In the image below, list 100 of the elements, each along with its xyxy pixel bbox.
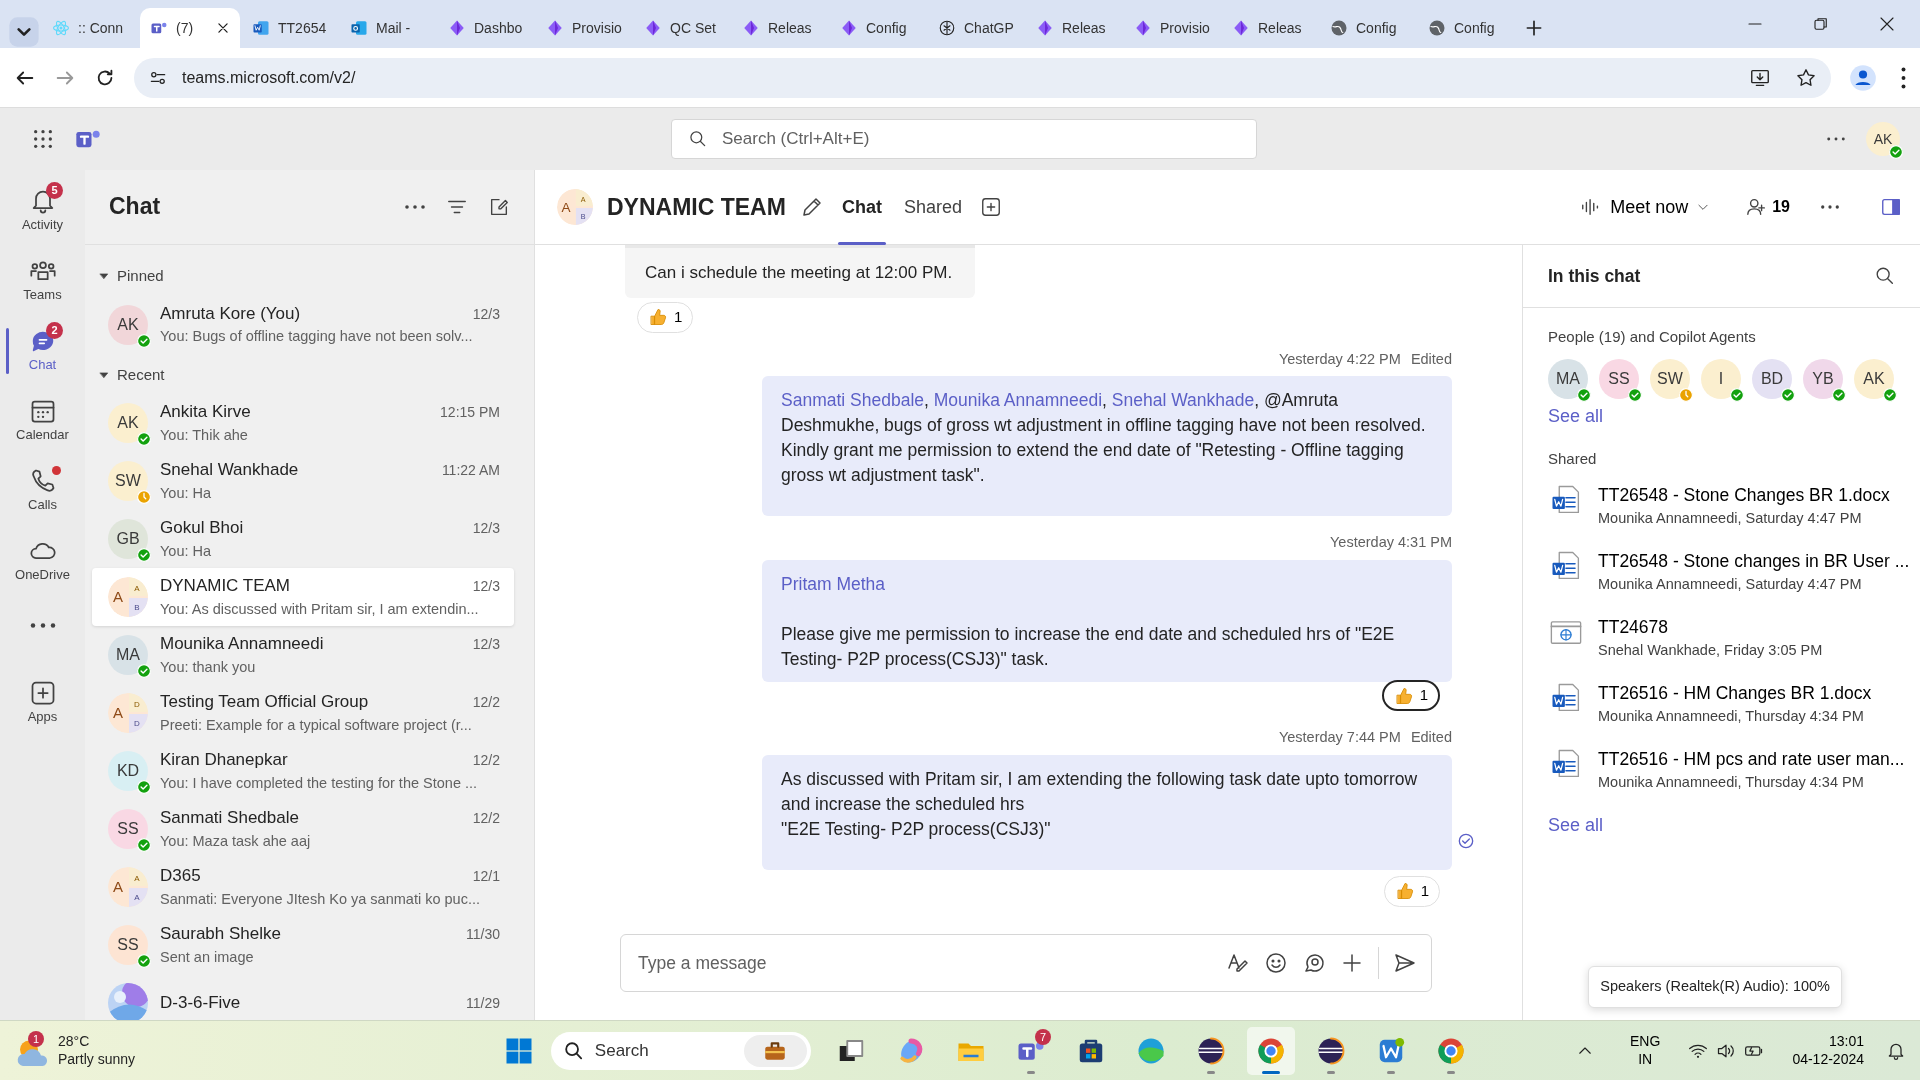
browser-tab[interactable]: (7) xyxy=(140,8,240,48)
browser-tab[interactable]: Config xyxy=(830,8,926,48)
more-icon[interactable] xyxy=(1820,205,1840,209)
more-icon[interactable] xyxy=(1826,137,1846,141)
chat-item[interactable]: AK Ankita Kirve 12:15 PM You: Thik ahe xyxy=(92,394,514,452)
chat-item[interactable]: A A A D365 12/1 Sanmati: Everyone JItesh Ko ya sanmati ko puc... xyxy=(92,858,514,916)
chat-item[interactable]: SS Saurabh Shelke 11/30 Sent an image xyxy=(92,916,514,974)
file-name: TT26516 - HM Changes BR 1.docx xyxy=(1598,682,1872,705)
shared-file[interactable]: TT26516 - HM pcs and rate user man... Mounika Annamneedi, Thursday 4:34 PM xyxy=(1523,746,1920,812)
chat-item[interactable]: AK Amruta Kore (You) 12/3 You: Bugs of offline tagging have not been solv... xyxy=(92,295,514,354)
browser-tab[interactable]: Config xyxy=(1320,8,1416,48)
section-header[interactable]: Recent xyxy=(85,353,179,394)
close-icon[interactable] xyxy=(216,21,230,35)
app-launcher-icon[interactable] xyxy=(32,128,54,150)
browser-tab[interactable]: QC Set xyxy=(634,8,730,48)
browser-tab[interactable]: Releas xyxy=(1026,8,1122,48)
format-icon[interactable] xyxy=(1226,951,1250,975)
chat-name: Snehal Wankhade xyxy=(160,459,299,482)
rail-item[interactable]: Apps xyxy=(0,668,85,738)
rail-item[interactable]: Activity 5 xyxy=(0,176,85,246)
message-bubble: Can i schedule the meeting at 12:00 PM. xyxy=(625,245,975,298)
panel-title: In this chat xyxy=(1548,264,1641,288)
chat-preview: You: thank you xyxy=(160,657,257,677)
clock[interactable]: 13:01 04-12-2024 xyxy=(1786,1032,1870,1069)
chat-item[interactable]: A A B DYNAMIC TEAM 12/3 You: As discussed with Pritam sir, I am extendin... xyxy=(92,568,514,626)
browser-tab[interactable]: Provisio xyxy=(1124,8,1220,48)
compose-icon[interactable] xyxy=(488,196,510,218)
restore-icon[interactable] xyxy=(1812,15,1830,33)
search-field[interactable]: Search (Ctrl+Alt+E) xyxy=(671,119,1257,159)
browser-tab[interactable]: Releas xyxy=(732,8,828,48)
chat-time: 11/29 xyxy=(466,994,500,1014)
browser-tab[interactable]: :: Conn xyxy=(42,8,138,48)
avatar[interactable]: BD xyxy=(1752,358,1792,399)
avatar[interactable]: MA xyxy=(1548,358,1588,399)
avatar[interactable]: I xyxy=(1701,358,1741,399)
see-all-link[interactable]: See all xyxy=(1523,812,1629,839)
see-all-link[interactable]: See all xyxy=(1523,402,1629,430)
taskbar-search[interactable]: Search xyxy=(551,1031,812,1070)
search-icon[interactable] xyxy=(1874,265,1896,287)
shared-file[interactable]: TT24678 Snehal Wankhade, Friday 3:05 PM xyxy=(1523,614,1920,680)
add-tab-icon[interactable] xyxy=(979,196,1002,218)
user-avatar[interactable]: AK xyxy=(1866,122,1900,156)
rail-item[interactable]: Calendar xyxy=(0,386,85,456)
address-bar[interactable]: teams.microsoft.com/v2/ xyxy=(134,57,1831,98)
browser-tab[interactable]: Config xyxy=(1418,8,1514,48)
section-header[interactable]: Pinned xyxy=(85,245,178,296)
conversation-title: DYNAMIC TEAM xyxy=(607,192,786,222)
browser-tab[interactable]: Releas xyxy=(1222,8,1318,48)
chat-item[interactable]: MA Mounika Annamneedi 12/3 You: thank you xyxy=(92,626,514,684)
chat-preview: You: Thik ahe xyxy=(160,425,249,445)
avatar[interactable]: SW xyxy=(1650,358,1690,399)
chat-item[interactable]: GB Gokul Bhoi 12/3 You: Ha xyxy=(92,510,514,568)
meet-now-button[interactable]: Meet now xyxy=(1574,192,1717,222)
side-panel-icon[interactable] xyxy=(1880,196,1902,218)
rail-item[interactable]: Teams xyxy=(0,246,85,316)
available-status-icon xyxy=(1889,145,1903,159)
add-icon[interactable] xyxy=(1340,951,1364,975)
message-text: Pritam Metha xyxy=(781,573,887,596)
more-icon[interactable] xyxy=(1901,66,1906,89)
conversation-tab[interactable]: Chat xyxy=(837,169,886,245)
message-composer[interactable]: Type a message xyxy=(620,934,1432,992)
emoji-icon[interactable] xyxy=(1264,951,1288,975)
chat-item[interactable]: SS Sanmati Shedbale 12/2 You: Maza task ahe aaj xyxy=(92,800,514,858)
chat-item[interactable]: A D D Testing Team Official Group 12/2 Preeti: Example for a typical software project (r... xyxy=(92,684,514,742)
shared-file[interactable]: TT26516 - HM Changes BR 1.docx Mounika Annamneedi, Thursday 4:34 PM xyxy=(1523,680,1920,746)
close-icon[interactable] xyxy=(1878,15,1896,33)
chat-item[interactable]: SW Snehal Wankhade 11:22 AM You: Ha xyxy=(92,452,514,510)
group-avatar: A A A xyxy=(108,867,148,907)
url-text: teams.microsoft.com/v2/ xyxy=(182,67,356,88)
rail-item[interactable]: OneDrive xyxy=(0,526,85,596)
file-meta: Mounika Annamneedi, Thursday 4:34 PM xyxy=(1598,773,1865,793)
reaction-button[interactable]: 1 xyxy=(637,301,694,333)
send-icon[interactable] xyxy=(1393,951,1417,975)
rail-item[interactable]: Chat 2 xyxy=(0,316,85,386)
browser-tab[interactable]: Dashbo xyxy=(438,8,534,48)
shared-file[interactable]: TT26548 - Stone Changes BR 1.docx Mounika Annamneedi, Saturday 4:47 PM xyxy=(1523,482,1920,548)
browser-tab[interactable]: Mail - xyxy=(340,8,436,48)
reaction-button[interactable]: 1 xyxy=(1383,875,1440,907)
browser-tab[interactable]: ChatGP xyxy=(928,8,1024,48)
thumbs-up-icon xyxy=(648,307,668,327)
conversation-tab[interactable]: Shared xyxy=(899,169,966,245)
taskbar-app[interactable]: 7 xyxy=(1007,1026,1056,1075)
avatar[interactable]: SS xyxy=(1599,358,1639,399)
language-indicator[interactable]: ENG IN xyxy=(1624,1032,1667,1069)
more-icon[interactable] xyxy=(404,205,426,209)
browser-tab[interactable]: TT2654 xyxy=(242,8,338,48)
participants-button[interactable]: 19 xyxy=(1740,194,1796,220)
chat-item[interactable]: KD Kiran Dhanepkar 12/2 You: I have completed the testing for the Stone ... xyxy=(92,742,514,800)
shared-file[interactable]: TT26548 - Stone changes in BR User ... Mounika Annamneedi, Saturday 4:47 PM xyxy=(1523,548,1920,614)
star-icon[interactable] xyxy=(1795,66,1817,89)
browser-tab[interactable]: Provisio xyxy=(536,8,632,48)
reaction-button[interactable]: 1 xyxy=(1381,680,1440,711)
rail-item[interactable]: Calls xyxy=(0,456,85,526)
new-tab-icon[interactable] xyxy=(1524,18,1544,38)
avatar[interactable]: YB xyxy=(1803,358,1843,399)
loop-icon[interactable] xyxy=(1302,951,1326,975)
avatar[interactable]: AK xyxy=(1854,358,1894,399)
message-text: "E2E Testing- P2P process(CSJ3)" xyxy=(781,817,1052,841)
profile-icon[interactable] xyxy=(1849,63,1877,92)
tab-list-icon[interactable] xyxy=(8,16,40,48)
